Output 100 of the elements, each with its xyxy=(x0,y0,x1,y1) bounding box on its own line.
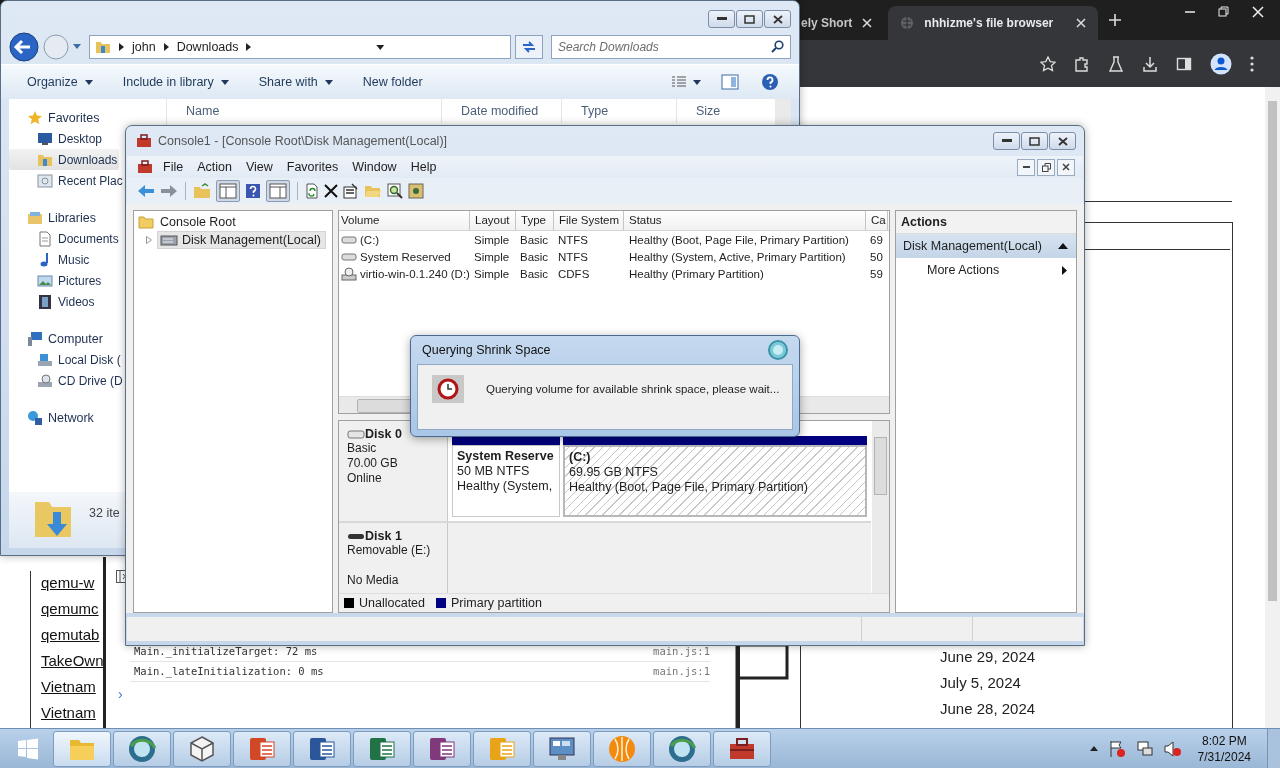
forward-icon[interactable] xyxy=(160,184,178,198)
action-pane-icon[interactable] xyxy=(266,180,290,202)
help-icon[interactable] xyxy=(761,73,779,91)
file-link[interactable]: qemu-w xyxy=(41,573,103,592)
console-prompt[interactable]: › xyxy=(118,686,126,702)
add-tab-icon[interactable] xyxy=(1108,13,1123,27)
taskbar-button[interactable] xyxy=(113,730,171,767)
file-link[interactable]: TakeOwn xyxy=(41,651,103,670)
nav-group[interactable]: Favorites xyxy=(48,110,100,125)
toolbar-button[interactable]: Include in library xyxy=(112,72,239,92)
column-header[interactable]: Type xyxy=(516,211,554,230)
refresh-icon[interactable] xyxy=(305,183,319,199)
breadcrumb[interactable]: john xyxy=(132,40,156,54)
nav-item[interactable]: Documents xyxy=(9,228,121,249)
file-link[interactable]: Vietnam xyxy=(41,703,103,722)
partition-block[interactable]: System Reserve 50 MB NTFS Healthy (System, xyxy=(452,436,560,517)
close-button[interactable] xyxy=(1049,132,1076,150)
restore-button[interactable] xyxy=(1037,158,1055,176)
speaker-icon[interactable] xyxy=(1163,739,1182,758)
taskbar-button[interactable] xyxy=(233,730,291,767)
breadcrumb[interactable]: Downloads xyxy=(176,40,239,54)
nav-group[interactable]: Network xyxy=(48,410,94,425)
column-header[interactable]: Status xyxy=(624,211,866,230)
partition-block[interactable]: (C:) 69.95 GB NTFS Healthy (Boot, Page File, Primary Partition) xyxy=(563,436,867,517)
column-header[interactable]: Volume xyxy=(339,211,470,230)
nav-item[interactable]: Pictures xyxy=(9,270,104,291)
file-link[interactable]: qemumc xyxy=(41,599,103,618)
toolbar-button[interactable]: Organize xyxy=(17,72,103,92)
caret-icon[interactable] xyxy=(693,79,701,85)
nav-group[interactable]: Computer xyxy=(48,331,103,346)
help-icon[interactable] xyxy=(245,183,261,199)
nav-item[interactable]: Music xyxy=(9,249,92,270)
chevron-icon[interactable] xyxy=(163,43,169,51)
chevron-icon[interactable] xyxy=(119,43,124,51)
scrollbar[interactable] xyxy=(1265,87,1280,728)
column-header[interactable]: Date modified xyxy=(442,99,562,123)
restore-icon[interactable] xyxy=(1218,6,1230,18)
start-button[interactable] xyxy=(17,737,39,760)
minimize-button[interactable] xyxy=(708,10,735,28)
close-button[interactable] xyxy=(764,10,791,28)
address-bar[interactable]: john Downloads xyxy=(89,35,511,59)
maximize-button[interactable] xyxy=(736,10,763,28)
browser-tab[interactable]: nhhizme's file browser xyxy=(888,6,1099,40)
clock-time[interactable]: 8:02 PM xyxy=(1201,732,1247,749)
menu-item[interactable]: Favorites xyxy=(286,160,339,174)
tree-item[interactable]: Console Root xyxy=(160,215,236,229)
column-header[interactable]: Name xyxy=(167,99,442,123)
close-icon[interactable] xyxy=(1076,18,1087,28)
magnifier-icon[interactable] xyxy=(387,183,403,199)
minimize-button[interactable] xyxy=(993,132,1020,150)
minimize-button[interactable] xyxy=(1017,158,1035,176)
action-link[interactable]: More Actions xyxy=(896,258,1076,282)
column-header[interactable]: File System xyxy=(554,211,624,230)
back-icon[interactable] xyxy=(9,32,39,62)
nav-item[interactable]: Downloads xyxy=(9,149,120,170)
menu-item[interactable]: View xyxy=(245,160,273,174)
menu-item[interactable]: Window xyxy=(352,160,397,174)
refresh-button[interactable] xyxy=(515,35,543,59)
flask-icon[interactable] xyxy=(1108,55,1124,72)
menu-icon[interactable] xyxy=(1250,55,1254,72)
download-icon[interactable] xyxy=(1142,55,1158,72)
scrollbar[interactable] xyxy=(872,421,889,593)
profile-icon[interactable] xyxy=(1210,52,1232,75)
chevron-icon[interactable] xyxy=(246,43,252,51)
up-folder-icon[interactable] xyxy=(193,183,211,199)
menu-item[interactable]: Action xyxy=(197,160,232,174)
network-icon[interactable] xyxy=(1135,739,1154,758)
browser-tab[interactable]: ely Short xyxy=(801,6,885,40)
close-icon[interactable] xyxy=(862,18,873,28)
nav-item[interactable]: Videos xyxy=(9,291,97,312)
close-button[interactable] xyxy=(1057,158,1075,176)
nav-item[interactable]: Desktop xyxy=(9,128,105,149)
section-header[interactable]: Disk Management(Local) xyxy=(896,234,1076,258)
tree-item[interactable]: Disk Management(Local) xyxy=(157,231,326,249)
column-header[interactable]: Ca xyxy=(866,211,888,230)
taskbar-button[interactable] xyxy=(413,730,471,767)
taskbar-button[interactable] xyxy=(293,730,351,767)
taskbar-button[interactable] xyxy=(353,730,411,767)
puzzle-icon[interactable] xyxy=(1074,55,1090,72)
taskbar-button[interactable] xyxy=(533,730,591,767)
file-link[interactable]: Vietnam xyxy=(41,677,103,696)
column-header[interactable]: Layout xyxy=(470,211,516,230)
search-field[interactable]: Search Downloads xyxy=(551,35,791,59)
close-icon[interactable] xyxy=(1252,6,1264,18)
nav-item[interactable]: Recent Plac xyxy=(9,170,125,191)
show-hidden-icons-icon[interactable] xyxy=(1089,746,1098,751)
toolbar-button[interactable]: New folder xyxy=(352,72,433,92)
clock-date[interactable]: 7/31/2024 xyxy=(1197,748,1251,765)
toolbar-button[interactable]: Share with xyxy=(248,72,343,92)
column-header[interactable]: Size xyxy=(677,99,775,123)
taskbar-button[interactable] xyxy=(173,730,231,767)
properties-icon[interactable] xyxy=(343,183,359,199)
column-header[interactable]: Type xyxy=(562,99,677,123)
delete-icon[interactable] xyxy=(324,184,338,198)
nav-group[interactable]: Libraries xyxy=(48,210,96,225)
maximize-button[interactable] xyxy=(1021,132,1048,150)
menu-item[interactable]: File xyxy=(163,160,184,174)
settings-icon[interactable] xyxy=(408,183,424,199)
taskbar-button[interactable] xyxy=(713,730,771,767)
taskbar-button[interactable] xyxy=(653,730,711,767)
